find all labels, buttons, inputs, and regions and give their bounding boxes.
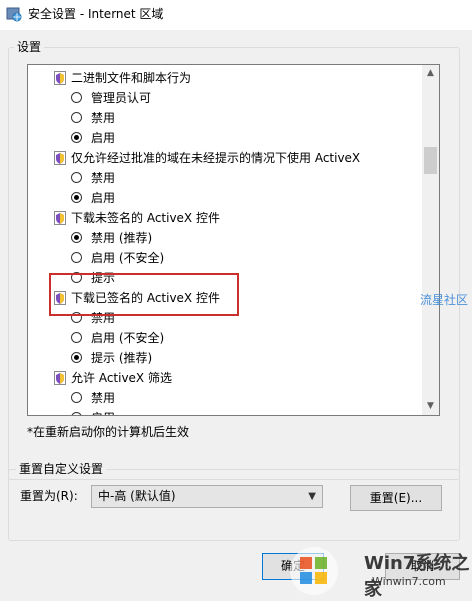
settings-shield-icon [54,371,66,385]
option-label: 禁用 (推荐) [91,231,153,245]
settings-shield-icon [54,151,66,165]
title-bar: 安全设置 - Internet 区域 [0,0,472,30]
settings-list[interactable]: 二进制文件和脚本行为 管理员认可 禁用 启用 仅允许经过批准的域在未经提示的情况下使用 … [27,64,440,416]
radio-button[interactable] [71,312,82,323]
scroll-thumb[interactable] [424,147,437,174]
option-label: 提示 [91,271,116,285]
radio-button[interactable] [71,392,82,403]
scroll-down-icon[interactable]: ▼ [422,398,439,415]
option-label: 启用 [91,408,115,415]
radio-button[interactable] [71,172,82,183]
radio-button[interactable] [71,112,82,123]
radio-button[interactable] [71,252,82,263]
radio-button[interactable] [71,192,82,203]
option-label: 启用 (不安全) [91,251,165,265]
window-title: 安全设置 - Internet 区域 [28,7,164,21]
option-label: 禁用 [91,311,116,325]
scrollbar[interactable]: ▲ ▼ [422,65,439,415]
radio-button[interactable] [71,232,82,243]
reset-to-label: 重置为(R): [20,489,78,503]
settings-shield-icon [54,211,66,225]
settings-shield-icon [54,71,66,85]
shield-globe-icon [6,7,22,22]
chevron-down-icon: ▼ [308,491,316,502]
radio-button[interactable] [71,132,82,143]
restart-note: *在重新启动你的计算机后生效 [27,425,190,439]
radio-button[interactable] [71,412,82,415]
settings-group-label: 设置 [14,39,45,55]
category-label: 允许 ActiveX 筛选 [71,371,172,385]
settings-shield-icon [54,291,66,305]
option-label: 禁用 [91,391,116,405]
category-label: 二进制文件和脚本行为 [71,71,192,85]
option-label: 启用 (不安全) [91,331,165,345]
category-label: 下载未签名的 ActiveX 控件 [71,211,220,225]
radio-button[interactable] [71,92,82,103]
category-label: 仅允许经过批准的域在未经提示的情况下使用 ActiveX [71,151,361,165]
scroll-up-icon[interactable]: ▲ [422,65,439,82]
option-label: 提示 (推荐) [91,351,153,365]
reset-group-label: 重置自定义设置 [16,461,107,477]
ok-button[interactable]: 确定 [262,553,324,580]
option-label: 启用 [91,131,116,145]
option-label: 启用 [91,191,116,205]
reset-button[interactable]: 重置(E)... [350,485,442,511]
option-label: 管理员认可 [91,91,152,105]
option-label: 禁用 [91,171,116,185]
reset-level-select[interactable]: 中-高 (默认值) ▼ [91,485,323,508]
radio-button[interactable] [71,272,82,283]
radio-button[interactable] [71,332,82,343]
category-label: 下载已签名的 ActiveX 控件 [71,291,220,305]
reset-level-value: 中-高 (默认值) [98,489,176,503]
radio-button[interactable] [71,352,82,363]
side-watermark: 流星社区 [420,293,469,307]
watermark-url: Winwin7.com [372,575,446,588]
option-label: 禁用 [91,111,116,125]
